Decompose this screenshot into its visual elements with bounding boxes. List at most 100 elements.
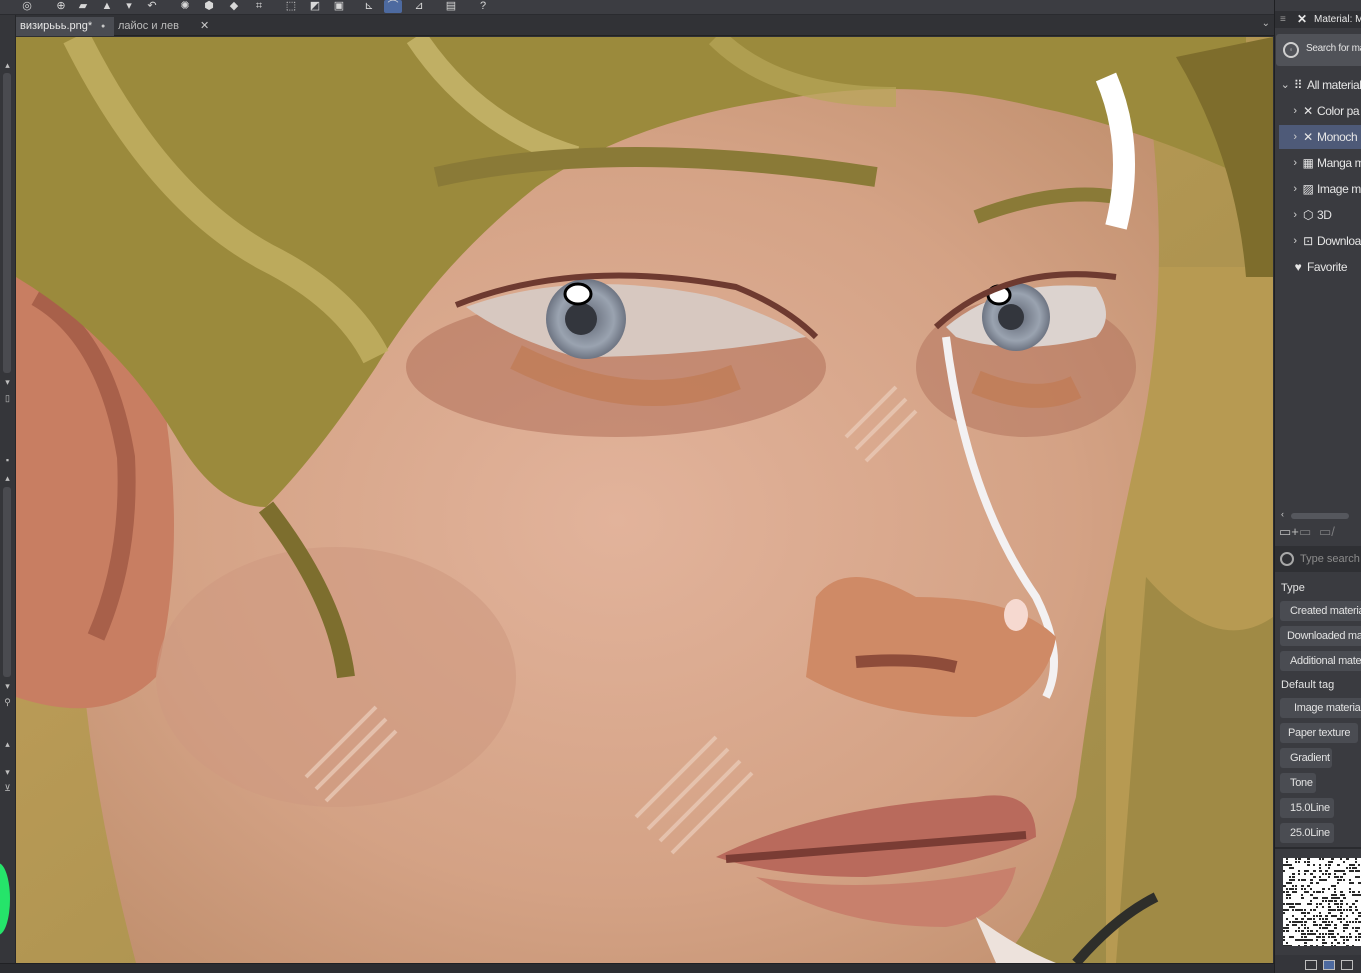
zoom-icon[interactable]: ⚲ [2,697,13,708]
tree-item-icon: ▨ [1302,182,1314,196]
type-created-button[interactable]: Created materia [1280,601,1361,621]
left-scrollbar-2[interactable] [3,487,11,677]
chevron-icon[interactable]: › [1289,99,1301,123]
crop-icon[interactable]: ▣ [330,0,348,13]
pin-icon[interactable]: ▪ [2,455,13,466]
tree-item-label: All material [1307,78,1361,92]
open-folder-icon[interactable]: ▰ [74,0,92,13]
edit-folder-icon[interactable]: ▭/ [1319,524,1335,540]
folder-tools: ▭+ ▭ ▭/ [1275,522,1361,542]
transform-icon[interactable]: ⌗ [250,0,268,13]
chevron-icon[interactable]: › [1289,177,1301,201]
scroll-down-icon-2[interactable]: ▾ [2,681,13,692]
search-material-button[interactable]: ◦ Search for mate [1276,34,1361,66]
spinner-icon[interactable]: ✺ [176,0,194,13]
tab-vizir[interactable]: визирььь.png* ● [16,17,114,36]
selection-icon[interactable]: ⬚ [282,0,300,13]
search-icon [1280,552,1294,566]
chevron-icon[interactable]: › [1289,203,1301,227]
type-additional-button[interactable]: Additional mate [1280,651,1361,671]
tree-item-6[interactable]: › ⊡ Downloa [1279,229,1361,253]
tag-paper-texture-button[interactable]: Paper texture [1280,723,1358,743]
tree-item-1[interactable]: › ✕ Color pa [1279,99,1361,123]
tag-search-input[interactable]: Type search [1300,553,1360,565]
material-thumbnail[interactable] [1283,858,1361,946]
tree-item-3[interactable]: › ▦ Manga m [1279,151,1361,175]
scroll-left-icon[interactable]: ‹ [1281,509,1284,519]
app-menu-icon[interactable]: ◎ [18,0,36,13]
tag-15line-button[interactable]: 15.0Line [1280,798,1334,818]
chevron-icon[interactable]: › [1289,229,1301,253]
search-material-label: Search for mate [1306,43,1361,54]
drawing-canvas[interactable] [16,37,1273,963]
tag-image-material-button[interactable]: Image materia [1280,698,1361,718]
export-icon[interactable]: ▲ [98,0,116,13]
help-icon[interactable]: ? [474,0,492,13]
command-bar: ◎ ⊕ ▰ ▲ ▾ ↶ ✺ ⬢ ◆ ⌗ ⬚ ◩ ▣ ⊾ ⌒ ⊿ ▤? [0,0,1361,15]
tree-item-0[interactable]: ⌄ ⠿ All material [1279,73,1361,97]
tag-search[interactable]: Type search [1275,546,1361,572]
modified-dot-icon: ● [101,23,106,30]
thumbnail-view-icon[interactable] [1323,960,1335,970]
scroll-up-icon[interactable]: ▴ [2,60,13,71]
noise-texture-image [1283,858,1361,946]
tree-item-label: Color pa [1317,104,1360,118]
type-downloaded-button[interactable]: Downloaded ma [1280,626,1361,646]
folder-icon[interactable]: ▭ [1299,524,1311,540]
panel-title: Material: M [1314,14,1361,25]
expand-icon[interactable]: ⊻ [2,783,13,794]
snap-ruler-icon[interactable]: ⊾ [360,0,378,13]
tab-layos[interactable]: лайос и лев ✕ [114,17,214,36]
tree-item-label: Manga m [1317,156,1361,170]
chevron-icon[interactable]: › [1289,151,1301,175]
tree-item-label: Image m [1317,182,1361,196]
device-icon[interactable]: ▤ [442,0,460,13]
fill-icon[interactable]: ⬢ [200,0,218,13]
tree-item-4[interactable]: › ▨ Image m [1279,177,1361,201]
tree-item-label: Downloa [1317,234,1361,248]
scroll-up-icon-3[interactable]: ▴ [2,739,13,750]
chevron-icon[interactable]: ⌄ [1279,73,1291,97]
tree-item-label: Favorite [1307,260,1348,274]
snap-curve-icon[interactable]: ⌒ [384,0,402,13]
panel-menu-icon[interactable]: ≡ [1280,11,1286,28]
clip-studio-window: ◎ ⊕ ▰ ▲ ▾ ↶ ✺ ⬢ ◆ ⌗ ⬚ ◩ ▣ ⊾ ⌒ ⊿ ▤? ▴ ▾ ▯ ▪ ▴ ▾ ⚲ ▴ ▾ ⊻ в… [0,0,1361,973]
document-tabs: визирььь.png* ● лайос и лев ✕ ⌄ [16,15,1274,36]
close-tab-icon[interactable]: ✕ [200,17,209,36]
tag-25line-button[interactable]: 25.0Line [1280,823,1334,843]
search-icon: ◦ [1283,42,1299,58]
tabs-overflow-icon[interactable]: ⌄ [1262,18,1270,29]
panel-divider[interactable] [1275,847,1361,849]
chevron-icon[interactable]: › [1289,125,1301,149]
tree-item-icon: ✕ [1303,104,1313,118]
snap-grid-icon[interactable]: ⊿ [410,0,428,13]
scroll-down-icon-3[interactable]: ▾ [2,767,13,778]
tree-item-icon: ✕ [1303,130,1313,144]
trash-icon[interactable]: ▯ [2,393,13,404]
new-folder-icon[interactable]: ▭+ [1279,524,1299,540]
dropdown-icon[interactable]: ▾ [120,0,138,13]
undo-icon[interactable]: ↶ [143,0,161,13]
tag-gradient-button[interactable]: Gradient [1280,748,1332,768]
scroll-up-icon-2[interactable]: ▴ [2,473,13,484]
tree-item-2[interactable]: › ✕ Monoch [1279,125,1361,149]
tree-item-7[interactable]: ♥ Favorite [1279,255,1361,279]
panel-header: ≡ ✕ Material: M [1275,11,1361,28]
left-scrollbar[interactable] [3,73,11,373]
invert-icon[interactable]: ◩ [306,0,324,13]
scroll-down-icon[interactable]: ▾ [2,377,13,388]
checkbox-icon[interactable] [1305,960,1317,970]
tab-label: лайос и лев [118,20,179,32]
eraser-icon[interactable]: ◆ [225,0,243,13]
status-bar [0,963,1274,973]
tree-scrollbar[interactable]: ‹ [1279,509,1361,519]
grid-view-icon[interactable] [1341,960,1353,970]
color-wheel-edge[interactable] [0,863,10,935]
tree-item-label: Monoch [1317,130,1358,144]
material-panel-icon: ✕ [1297,12,1308,26]
tag-tone-button[interactable]: Tone [1280,773,1316,793]
tree-item-5[interactable]: › ⬡ 3D [1279,203,1361,227]
new-file-icon[interactable]: ⊕ [52,0,70,13]
tree-item-icon: ♥ [1294,260,1302,274]
scroll-thumb[interactable] [1291,513,1349,519]
